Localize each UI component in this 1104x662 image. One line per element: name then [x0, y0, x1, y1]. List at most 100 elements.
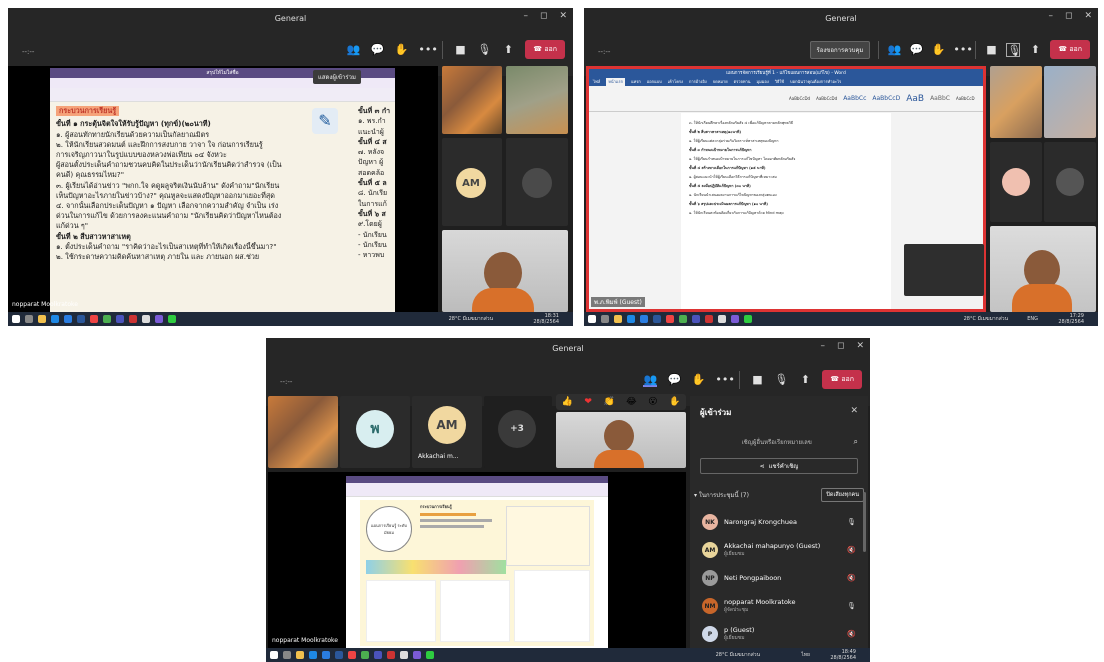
close-icon[interactable]: ✕	[856, 341, 864, 351]
video-tile[interactable]: AM	[442, 138, 502, 226]
laugh-reaction-icon[interactable]: 😂	[626, 397, 637, 407]
app-icon[interactable]	[387, 651, 395, 659]
teams-icon[interactable]	[374, 651, 382, 659]
chat-icon[interactable]: 💬	[370, 43, 385, 57]
share-screen-icon[interactable]: ⬆	[501, 43, 515, 57]
mic-status-icon[interactable]: 🔇	[847, 630, 856, 638]
maximize-icon[interactable]: ◻	[1065, 11, 1072, 21]
style-item[interactable]: AaBbCcD	[956, 96, 975, 101]
participants-icon[interactable]: 👥	[887, 43, 902, 57]
chrome-icon[interactable]	[103, 315, 111, 323]
style-item[interactable]: AaBbCcDd	[816, 96, 837, 101]
microphone-icon[interactable]: 🎙	[477, 43, 491, 57]
store-icon[interactable]	[322, 651, 330, 659]
scrollbar[interactable]	[863, 492, 866, 552]
participants-icon[interactable]: 👥	[346, 43, 361, 57]
ribbon-tab[interactable]: มุมมอง	[757, 78, 769, 86]
onenote-icon[interactable]	[413, 651, 421, 659]
minimize-icon[interactable]: –	[1048, 11, 1053, 21]
minimize-icon[interactable]: –	[820, 341, 825, 351]
explorer-icon[interactable]	[614, 315, 622, 323]
close-icon[interactable]: ✕	[559, 11, 567, 21]
style-item[interactable]: AaB	[906, 94, 924, 104]
video-tile[interactable]	[1044, 66, 1096, 138]
word-icon[interactable]	[77, 315, 85, 323]
app-icon[interactable]	[142, 315, 150, 323]
participant-row[interactable]: NK Narongraj Krongchuea 🎙	[694, 508, 864, 536]
store-icon[interactable]	[64, 315, 72, 323]
taskview-icon[interactable]	[601, 315, 609, 323]
mic-status-icon[interactable]: 🎙	[847, 602, 856, 610]
video-tile[interactable]	[990, 142, 1042, 222]
video-tile[interactable]	[1044, 142, 1096, 222]
language-indicator[interactable]: ENG	[1027, 316, 1038, 322]
ribbon-tab[interactable]: แทรก	[631, 78, 641, 86]
mic-status-icon[interactable]: 🎙	[847, 518, 856, 526]
maximize-icon[interactable]: ◻	[837, 341, 844, 351]
chat-icon[interactable]: 💬	[667, 373, 682, 387]
participant-row[interactable]: NM nopparat Moolkratoke ผู้จัดประชุม 🎙	[694, 592, 864, 620]
explorer-icon[interactable]	[296, 651, 304, 659]
camera-icon[interactable]: ■	[984, 43, 998, 57]
camera-icon[interactable]: ■	[750, 373, 764, 387]
language-indicator[interactable]: ไทย	[801, 651, 810, 659]
onenote-page[interactable]: กระบวนการเรียนรู้ ขั้นที่ ๑ กระตุ้นจิตใจ…	[56, 106, 356, 262]
share-screen-icon[interactable]: ⬆	[798, 373, 812, 387]
reactions-icon[interactable]: ✋	[931, 43, 946, 57]
participant-row[interactable]: AM Akkachai mahapunyo (Guest) ผู้เยี่ยมชม 🔇	[694, 536, 864, 564]
participant-row[interactable]: Pp (Guest) ผู้เยี่ยมชม 🔇	[694, 620, 864, 648]
app-icon[interactable]	[90, 315, 98, 323]
taskview-icon[interactable]	[25, 315, 33, 323]
lesson-slide[interactable]: แผนการเรียนรู้ ระดับมัธยม กระบวนการเรียน…	[360, 500, 594, 646]
more-options-icon[interactable]: •••	[418, 43, 437, 57]
line-icon[interactable]	[744, 315, 752, 323]
self-video[interactable]	[442, 230, 568, 312]
self-video[interactable]	[990, 226, 1096, 312]
mic-status-icon[interactable]: 🔇	[847, 574, 856, 582]
microphone-icon[interactable]: 🎙	[1006, 42, 1021, 57]
share-screen-icon[interactable]: ⬆	[1028, 43, 1042, 57]
store-icon[interactable]	[640, 315, 648, 323]
app-icon[interactable]	[666, 315, 674, 323]
windows-start-icon[interactable]	[12, 315, 20, 323]
leave-button[interactable]: ☎ ออก	[525, 40, 565, 59]
edge-icon[interactable]	[309, 651, 317, 659]
chrome-icon[interactable]	[679, 315, 687, 323]
raise-hand-icon[interactable]: ✋	[669, 397, 680, 407]
more-options-icon[interactable]: •••	[715, 373, 734, 387]
video-tile[interactable]	[268, 396, 338, 468]
style-item[interactable]: AaBbCcD	[872, 95, 900, 102]
ribbon-tab[interactable]: จดหมาย	[713, 78, 728, 86]
chrome-icon[interactable]	[361, 651, 369, 659]
participants-icon[interactable]: 👥	[643, 373, 658, 387]
edge-icon[interactable]	[627, 315, 635, 323]
microphone-icon[interactable]: 🎙	[774, 373, 788, 387]
mute-all-button[interactable]: ปิดเสียงทุกคน	[821, 488, 864, 502]
minimize-icon[interactable]: –	[523, 11, 528, 21]
chat-icon[interactable]: 💬	[909, 43, 924, 57]
video-tile[interactable]	[506, 138, 568, 226]
clap-reaction-icon[interactable]: 👏	[603, 397, 614, 407]
app-icon[interactable]	[400, 651, 408, 659]
share-invite-button[interactable]: ⋖ แชร์คำเชิญ	[700, 458, 858, 474]
style-item[interactable]: AaBbCcDd	[789, 96, 810, 101]
teams-icon[interactable]	[116, 315, 124, 323]
surprised-reaction-icon[interactable]: 😮	[648, 397, 657, 407]
ribbon-tab[interactable]: เค้าโครง	[668, 78, 683, 86]
app-icon[interactable]	[705, 315, 713, 323]
reactions-icon[interactable]: ✋	[394, 43, 409, 57]
ribbon-tab[interactable]: ออกแบบ	[647, 78, 662, 86]
app-icon[interactable]	[718, 315, 726, 323]
app-icon[interactable]	[348, 651, 356, 659]
camera-icon[interactable]: ■	[453, 43, 467, 57]
word-document-page[interactable]: ๓. ให้นักเรียนศึกษาเรื่องหลักอริยสัจ ๔ เ…	[681, 113, 891, 309]
line-icon[interactable]	[168, 315, 176, 323]
line-icon[interactable]	[426, 651, 434, 659]
maximize-icon[interactable]: ◻	[540, 11, 547, 21]
ribbon-tab[interactable]: ไฟล์	[593, 78, 600, 86]
video-tile[interactable]	[442, 66, 502, 134]
request-control-button[interactable]: ร้องขอการควบคุม	[809, 40, 871, 59]
close-icon[interactable]: ✕	[1084, 11, 1092, 21]
word-icon[interactable]	[653, 315, 661, 323]
ribbon-tab[interactable]: หน้าแรก	[606, 78, 626, 86]
